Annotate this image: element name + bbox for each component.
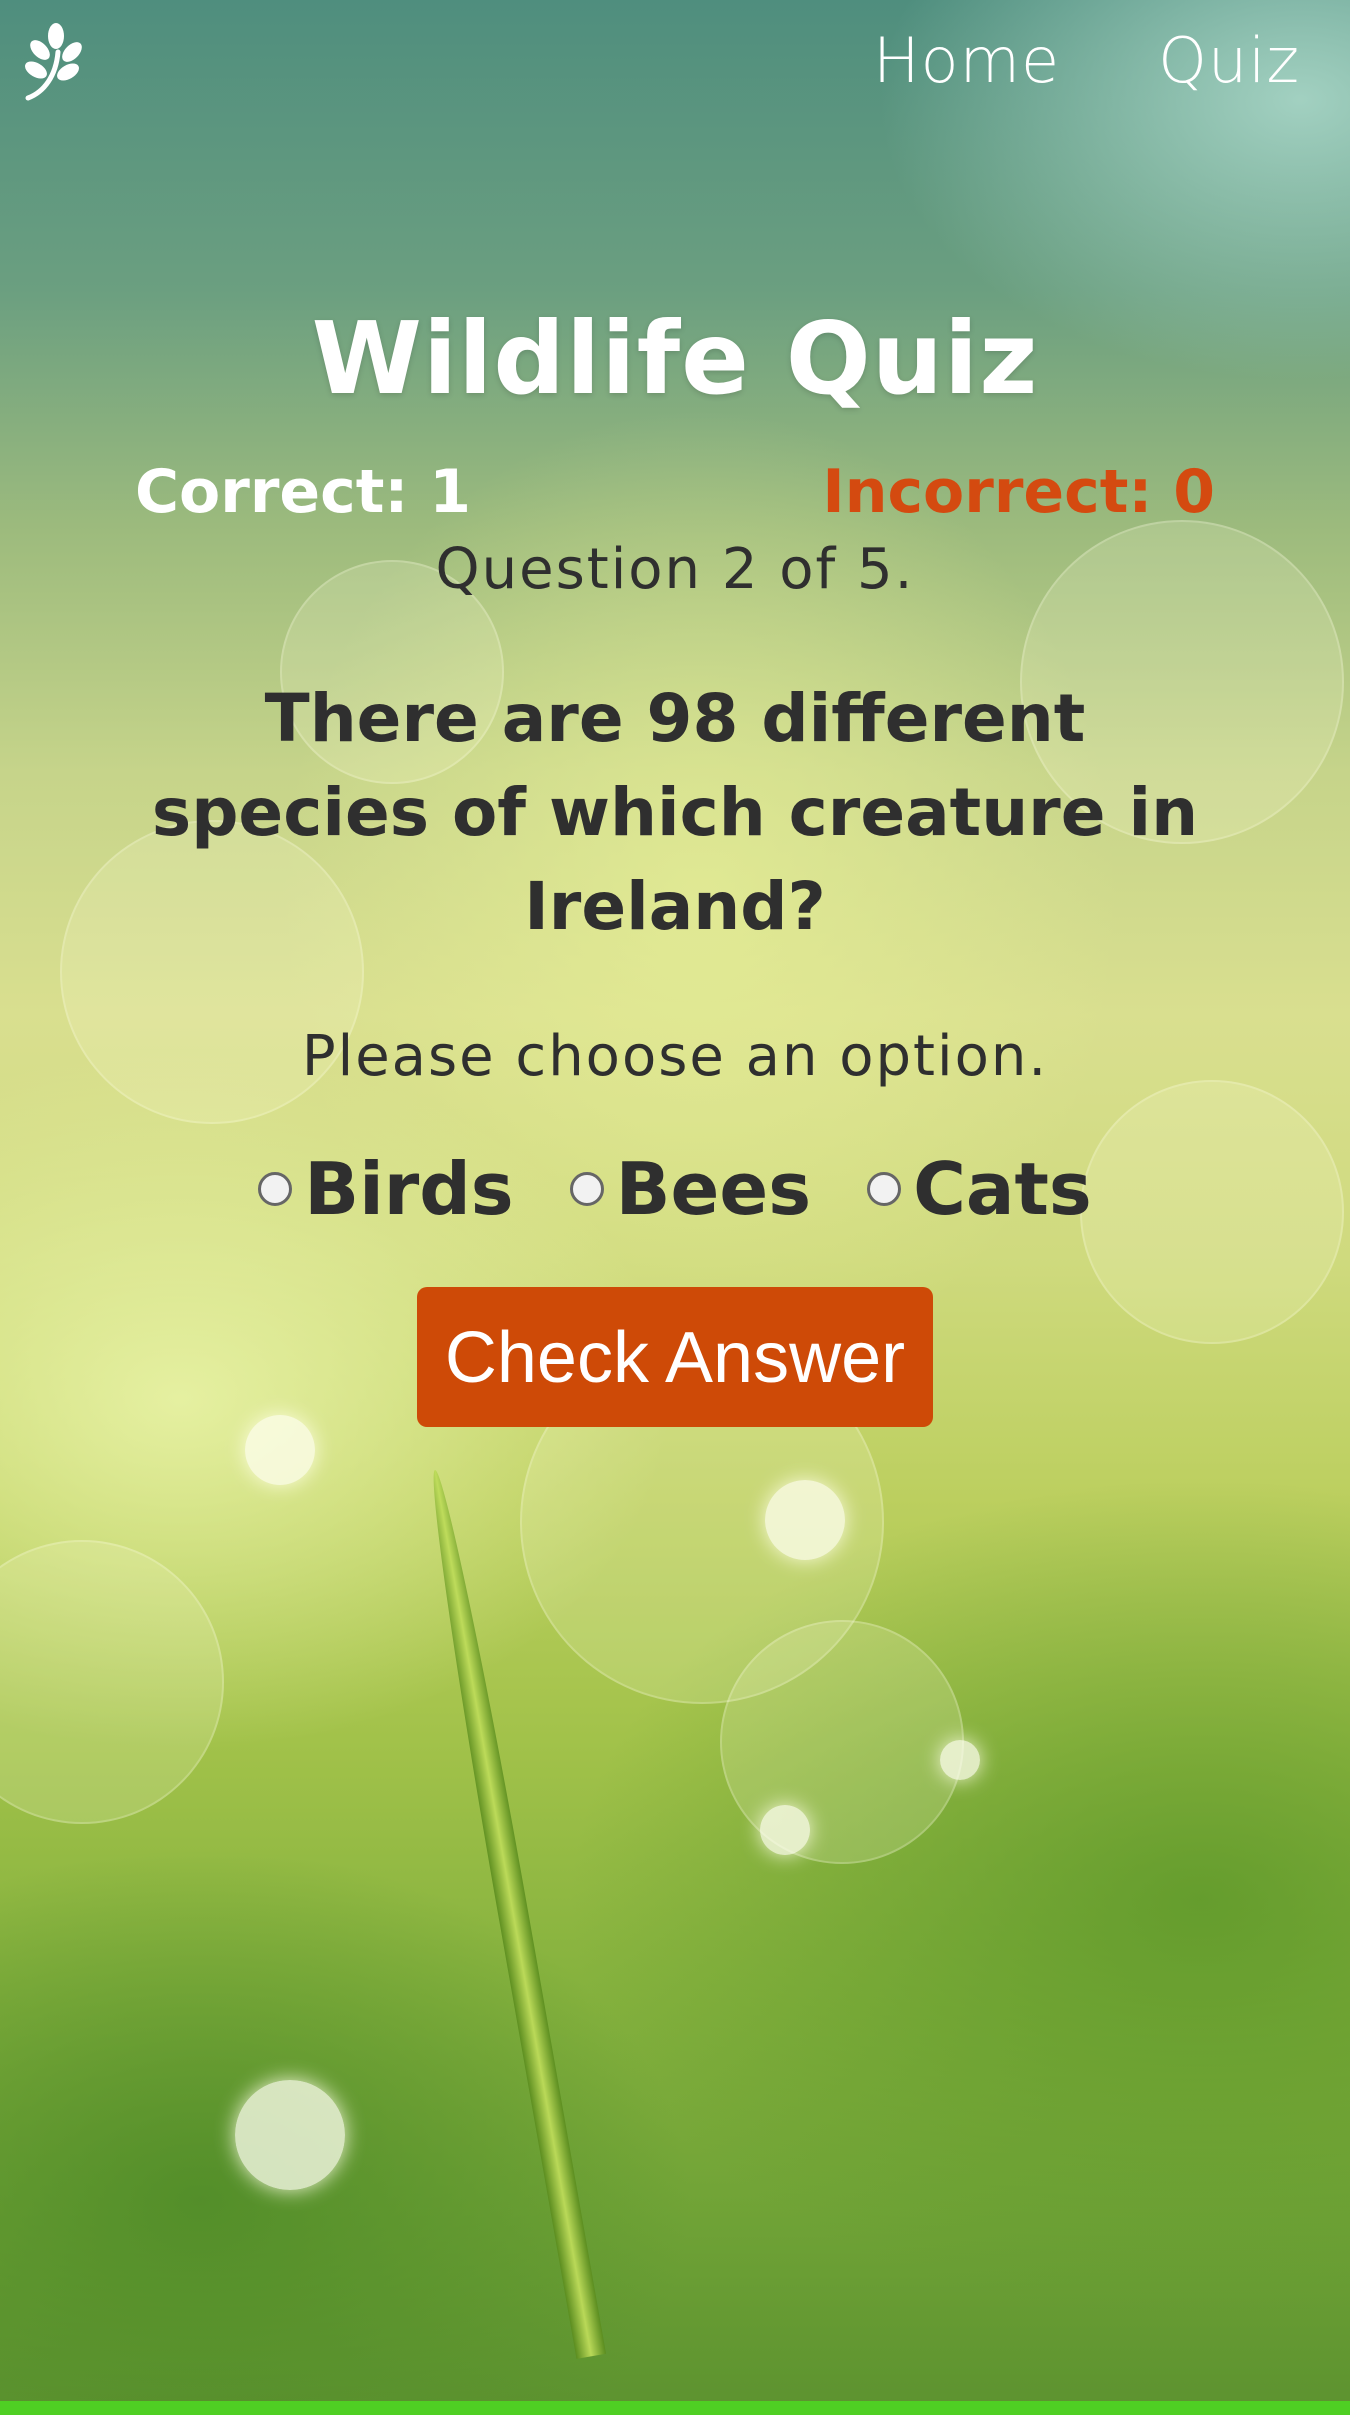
radio-button[interactable] xyxy=(867,1172,902,1206)
check-answer-button[interactable]: Check Answer xyxy=(417,1287,933,1427)
question-text: There are 98 different species of which … xyxy=(151,680,1199,945)
page-title: Wildlife Quiz xyxy=(311,300,1039,417)
background-light-spot xyxy=(760,1805,810,1855)
choose-option-prompt: Please choose an option. xyxy=(301,1024,1049,1089)
background-light-spot xyxy=(235,2080,345,2190)
top-navbar: Home Quiz xyxy=(0,0,1350,130)
background-bokeh xyxy=(0,1540,224,1824)
leaf-sprig-icon[interactable] xyxy=(22,22,86,102)
option-cats[interactable]: Cats xyxy=(867,1147,1092,1231)
nav-links: Home Quiz xyxy=(873,24,1300,97)
footer-bar xyxy=(0,2401,1350,2415)
radio-button[interactable] xyxy=(569,1172,604,1206)
option-bees[interactable]: Bees xyxy=(569,1147,812,1231)
incorrect-score: Incorrect: 0 xyxy=(822,457,1215,527)
option-birds[interactable]: Birds xyxy=(258,1147,514,1231)
quiz-section: Wildlife Quiz Correct: 1 Incorrect: 0 Qu… xyxy=(0,300,1350,1427)
score-panel: Correct: 1 Incorrect: 0 xyxy=(0,457,1350,537)
radio-button[interactable] xyxy=(258,1172,293,1206)
background-light-spot xyxy=(940,1740,980,1780)
answer-options: Birds Bees Cats xyxy=(0,1147,1350,1231)
nav-link-home[interactable]: Home xyxy=(873,24,1060,97)
option-label: Birds xyxy=(304,1147,514,1231)
background-light-spot xyxy=(765,1480,845,1560)
nav-link-quiz[interactable]: Quiz xyxy=(1158,24,1300,97)
option-label: Cats xyxy=(913,1147,1092,1231)
background-bokeh xyxy=(720,1620,964,1864)
option-label: Bees xyxy=(615,1147,812,1231)
background-grass-blade xyxy=(420,1467,607,2359)
question-progress: Question 2 of 5. xyxy=(435,537,915,602)
correct-score: Correct: 1 xyxy=(135,457,472,527)
